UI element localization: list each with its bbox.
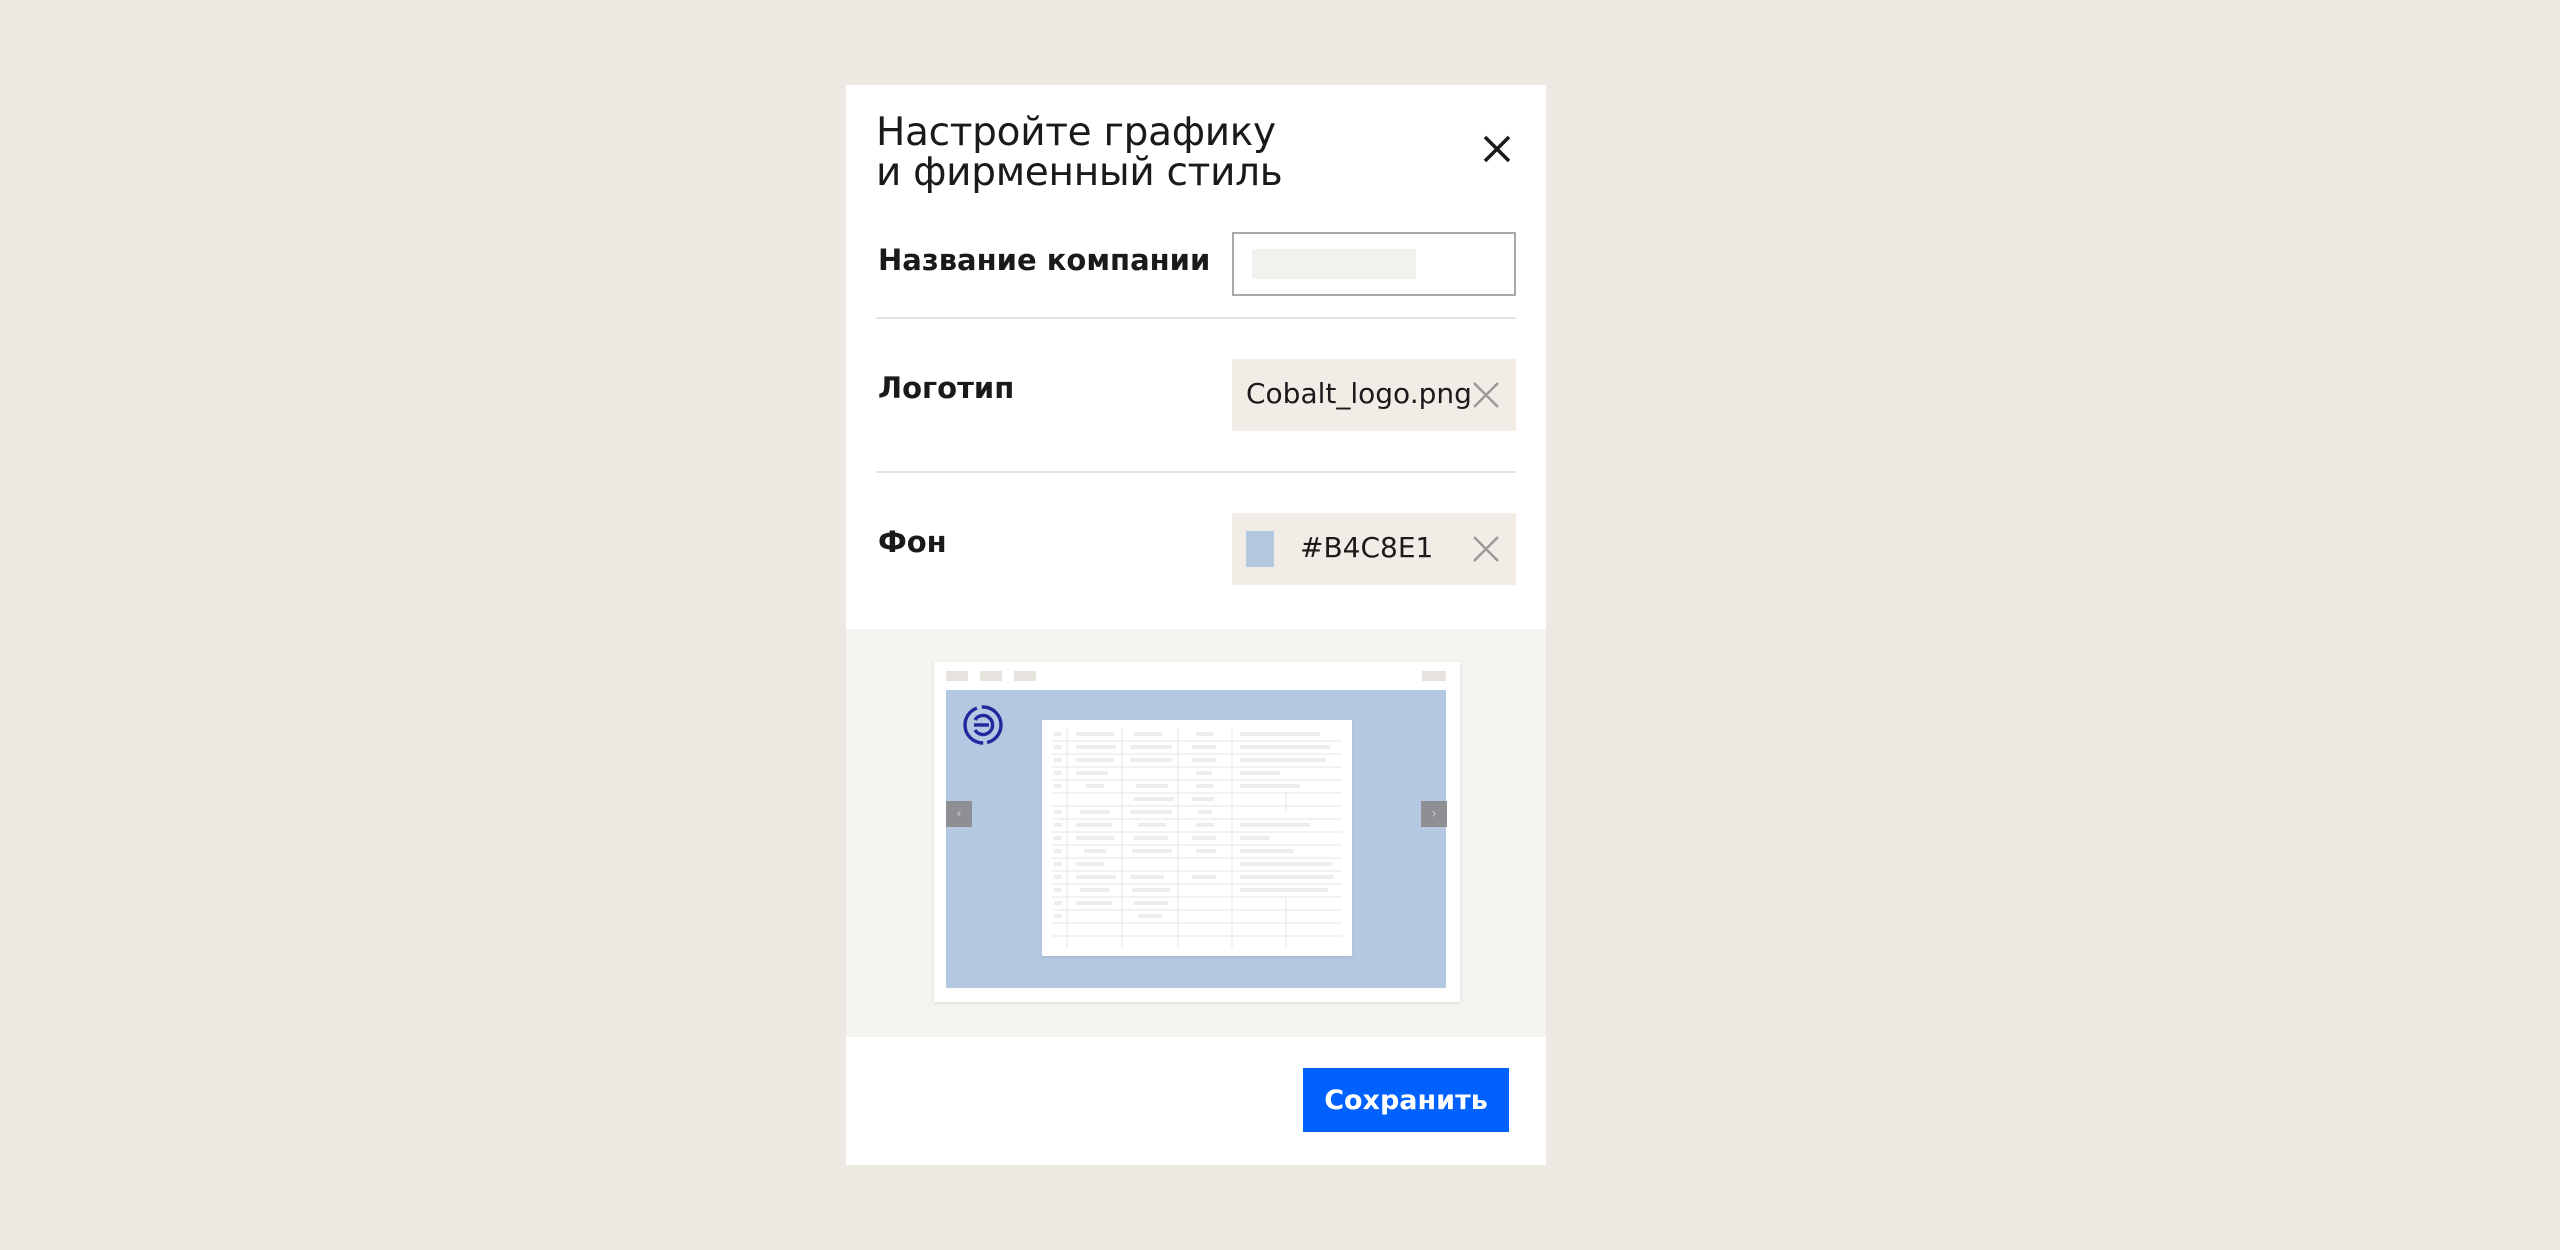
company-name-field[interactable] bbox=[1232, 232, 1516, 296]
logo-label: Логотип bbox=[878, 371, 1015, 405]
branding-dialog: Настройте графику и фирменный стиль Назв… bbox=[846, 85, 1546, 1165]
preview-background bbox=[946, 690, 1446, 988]
chevron-left-icon: ‹ bbox=[956, 806, 962, 822]
page-backdrop: Настройте графику и фирменный стиль Назв… bbox=[0, 0, 2560, 1250]
preview-document bbox=[1042, 720, 1352, 956]
divider bbox=[876, 471, 1516, 473]
preview-next-button[interactable]: › bbox=[1421, 801, 1447, 827]
preview-toolbar-item bbox=[980, 671, 1002, 681]
company-logo-icon bbox=[963, 705, 1003, 745]
close-dialog-button[interactable] bbox=[1474, 126, 1520, 172]
company-name-label: Название компании bbox=[878, 243, 1211, 277]
divider bbox=[876, 317, 1516, 319]
dialog-title: Настройте графику и фирменный стиль bbox=[876, 110, 1283, 195]
background-color-value: #B4C8E1 bbox=[1300, 531, 1434, 564]
dialog-title-line-1: Настройте графику bbox=[876, 110, 1276, 155]
remove-logo-button[interactable] bbox=[1470, 379, 1502, 411]
preview-prev-button[interactable]: ‹ bbox=[946, 801, 972, 827]
background-label: Фон bbox=[878, 525, 947, 559]
close-icon bbox=[1473, 382, 1499, 408]
preview-window: ‹ › bbox=[934, 662, 1460, 1002]
save-button[interactable]: Сохранить bbox=[1303, 1068, 1509, 1132]
remove-background-button[interactable] bbox=[1470, 533, 1502, 565]
logo-file-name: Cobalt_logo.png bbox=[1246, 377, 1472, 410]
company-name-input[interactable] bbox=[1234, 234, 1514, 294]
dialog-title-line-2: и фирменный стиль bbox=[876, 150, 1283, 195]
color-swatch[interactable] bbox=[1246, 531, 1274, 567]
close-icon bbox=[1483, 135, 1511, 163]
close-icon bbox=[1473, 536, 1499, 562]
logo-file-chip[interactable]: Cobalt_logo.png bbox=[1232, 359, 1516, 431]
preview-area: ‹ › bbox=[846, 629, 1546, 1037]
background-color-chip[interactable]: #B4C8E1 bbox=[1232, 513, 1516, 585]
preview-toolbar-item bbox=[1014, 671, 1036, 681]
chevron-right-icon: › bbox=[1431, 806, 1437, 822]
preview-toolbar-item bbox=[946, 671, 968, 681]
document-table-preview bbox=[1052, 728, 1342, 948]
preview-toolbar-item bbox=[1422, 671, 1446, 681]
